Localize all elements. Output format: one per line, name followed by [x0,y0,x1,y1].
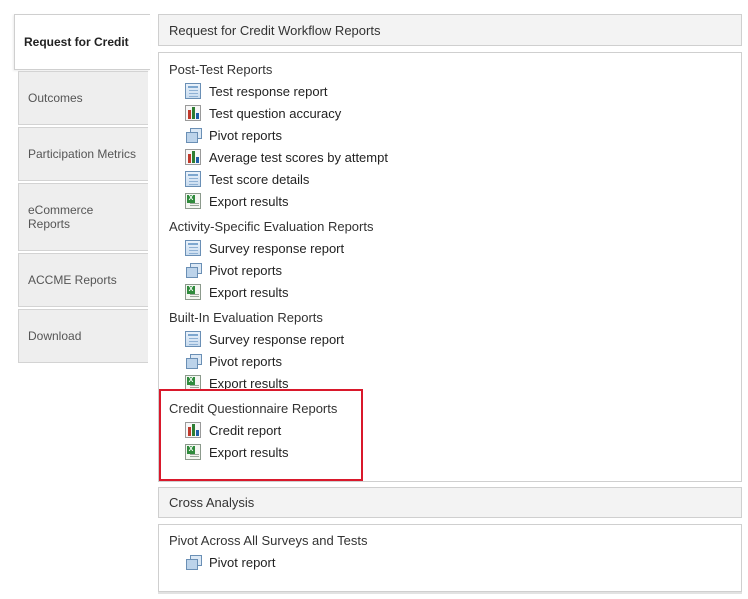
report-credit[interactable]: Credit report [185,421,281,439]
table-report-icon [185,240,201,256]
bar-chart-icon [185,105,201,121]
excel-export-icon [185,444,201,460]
excel-export-icon [185,375,201,391]
section-title-activity-specific: Activity-Specific Evaluation Reports [169,219,374,234]
pivot-icon [185,554,202,570]
report-link[interactable]: Credit report [209,423,281,438]
section-title-pivot-across-all: Pivot Across All Surveys and Tests [169,533,368,548]
report-export-results[interactable]: Export results [185,443,288,461]
tab-label: Download [28,329,82,343]
workflow-header: Request for Credit Workflow Reports [159,15,741,45]
workflow-reports-panel: Post-Test Reports Test response report T… [158,52,742,482]
tab-label: Participation Metrics [28,147,137,161]
tab-label: Outcomes [28,91,83,105]
report-survey-response[interactable]: Survey response report [185,330,344,348]
tab-participation-metrics[interactable]: Participation Metrics [18,127,148,181]
bar-chart-icon [185,149,201,165]
excel-export-icon [185,193,201,209]
report-test-response[interactable]: Test response report [185,82,328,100]
table-report-icon [185,171,201,187]
report-pivot[interactable]: Pivot reports [185,352,282,370]
report-export-results[interactable]: Export results [185,283,288,301]
report-link[interactable]: Survey response report [209,332,344,347]
report-link[interactable]: Average test scores by attempt [209,150,388,165]
report-average-test-scores[interactable]: Average test scores by attempt [185,148,388,166]
tab-download[interactable]: Download [18,309,148,363]
report-link[interactable]: Pivot reports [209,263,282,278]
cross-analysis-header[interactable]: Cross Analysis [159,488,741,517]
report-link[interactable]: Test question accuracy [209,106,341,121]
report-pivot[interactable]: Pivot reports [185,261,282,279]
report-export-results[interactable]: Export results [185,374,288,392]
cross-analysis-box[interactable]: Cross Analysis [158,487,742,518]
report-link[interactable]: Export results [209,445,288,460]
report-test-score-details[interactable]: Test score details [185,170,309,188]
section-title-credit-questionnaire: Credit Questionnaire Reports [169,401,338,416]
tab-label: Request for Credit [24,35,129,49]
pivot-icon [185,353,202,369]
report-link[interactable]: Export results [209,285,288,300]
report-link[interactable]: Export results [209,194,288,209]
report-link[interactable]: Survey response report [209,241,344,256]
tab-request-for-credit[interactable]: Request for Credit [14,14,150,70]
report-link[interactable]: Test score details [209,172,309,187]
pivot-icon [185,262,202,278]
report-pivot[interactable]: Pivot report [185,553,275,571]
report-link[interactable]: Pivot reports [209,128,282,143]
report-link[interactable]: Test response report [209,84,328,99]
report-export-results[interactable]: Export results [185,192,288,210]
pivot-across-all-panel: Pivot Across All Surveys and Tests Pivot… [158,524,742,592]
tab-ecommerce-reports[interactable]: eCommerce Reports [18,183,148,251]
workflow-header-box: Request for Credit Workflow Reports [158,14,742,46]
bar-chart-icon [185,422,201,438]
report-survey-response[interactable]: Survey response report [185,239,344,257]
report-link[interactable]: Pivot reports [209,354,282,369]
tab-label: ACCME Reports [28,273,117,287]
table-report-icon [185,331,201,347]
tab-accme-reports[interactable]: ACCME Reports [18,253,148,307]
report-pivot[interactable]: Pivot reports [185,126,282,144]
tab-outcomes[interactable]: Outcomes [18,71,148,125]
section-title-post-test: Post-Test Reports [169,62,273,77]
report-test-question-accuracy[interactable]: Test question accuracy [185,104,341,122]
report-link[interactable]: Export results [209,376,288,391]
table-report-icon [185,83,201,99]
tab-label: eCommerce Reports [28,203,94,231]
panel-bottom-edge [158,592,742,594]
pivot-icon [185,127,202,143]
excel-export-icon [185,284,201,300]
section-title-built-in: Built-In Evaluation Reports [169,310,323,325]
report-link[interactable]: Pivot report [209,555,275,570]
